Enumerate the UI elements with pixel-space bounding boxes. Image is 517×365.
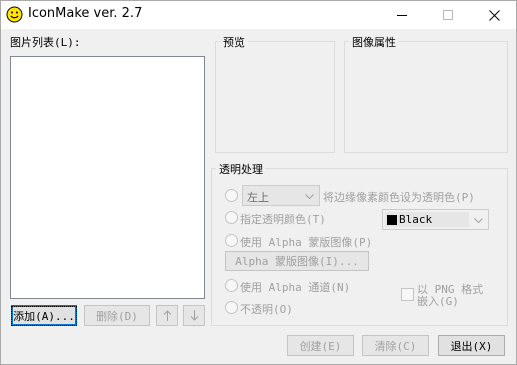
alpha-mask-radio[interactable] [225,234,238,247]
edge-pixel-label: 将边缘像素颜色设为透明色(P) [323,191,475,204]
clear-button-label: 清除(C) [374,339,417,353]
image-list-label: 图片列表(L): [10,36,81,49]
edge-pixel-radio[interactable] [225,189,238,202]
minimize-button[interactable] [379,1,425,29]
minimize-icon [397,15,407,16]
chevron-down-icon [471,213,486,227]
close-icon [488,9,500,21]
png-embed-checkbox[interactable] [401,288,414,301]
add-button-label: 添加(A)... [11,305,77,326]
corner-position-select[interactable]: 左上 [242,185,320,206]
image-listbox[interactable] [10,56,205,299]
specify-color-radio[interactable] [225,211,238,224]
arrow-up-icon [163,310,171,321]
maximize-button[interactable] [425,1,471,29]
move-up-button[interactable] [156,305,178,326]
clear-button[interactable]: 清除(C) [362,335,429,356]
create-button[interactable]: 创建(E) [287,335,354,356]
alpha-mask-label: 使用 Alpha 蒙版图像(P) [240,236,373,249]
alpha-mask-image-button[interactable]: Alpha 蒙版图像(I)... [225,251,369,271]
smiley-app-icon [6,6,23,23]
delete-button-label: 删除(D) [96,309,138,323]
close-button[interactable] [471,1,517,29]
color-swatch [387,215,397,225]
alpha-channel-radio[interactable] [225,279,238,292]
properties-title: 图像属性 [349,34,399,50]
maximize-icon [443,10,453,20]
title-bar: IconMake ver. 2.7 [1,1,516,29]
preview-group [215,41,335,153]
corner-position-value: 左上 [247,191,269,204]
transparent-color-select[interactable]: Black [382,209,489,230]
window-title: IconMake ver. 2.7 [28,6,143,21]
exit-button-label: 退出(X) [450,339,493,353]
specify-color-label: 指定透明颜色(T) [240,213,326,226]
add-button[interactable]: 添加(A)... [11,305,77,326]
alpha-mask-image-button-label: Alpha 蒙版图像(I)... [235,255,359,268]
transparency-title: 透明处理 [216,161,266,177]
arrow-down-icon [190,310,198,321]
transparent-color-value: Black [399,213,433,226]
main-window: IconMake ver. 2.7 图片列表(L): 添加(A)... 删除(D… [0,0,517,365]
alpha-channel-label: 使用 Alpha 通道(N) [240,281,351,294]
chevron-down-icon [302,189,317,203]
opaque-radio[interactable] [225,301,238,314]
create-button-label: 创建(E) [299,339,342,353]
properties-group [344,41,508,153]
opaque-label: 不透明(O) [240,303,293,316]
png-embed-label-line2: 嵌入(G) [417,295,459,308]
preview-title: 预览 [220,34,248,50]
move-down-button[interactable] [183,305,205,326]
delete-button[interactable]: 删除(D) [84,305,150,326]
exit-button[interactable]: 退出(X) [438,335,505,356]
